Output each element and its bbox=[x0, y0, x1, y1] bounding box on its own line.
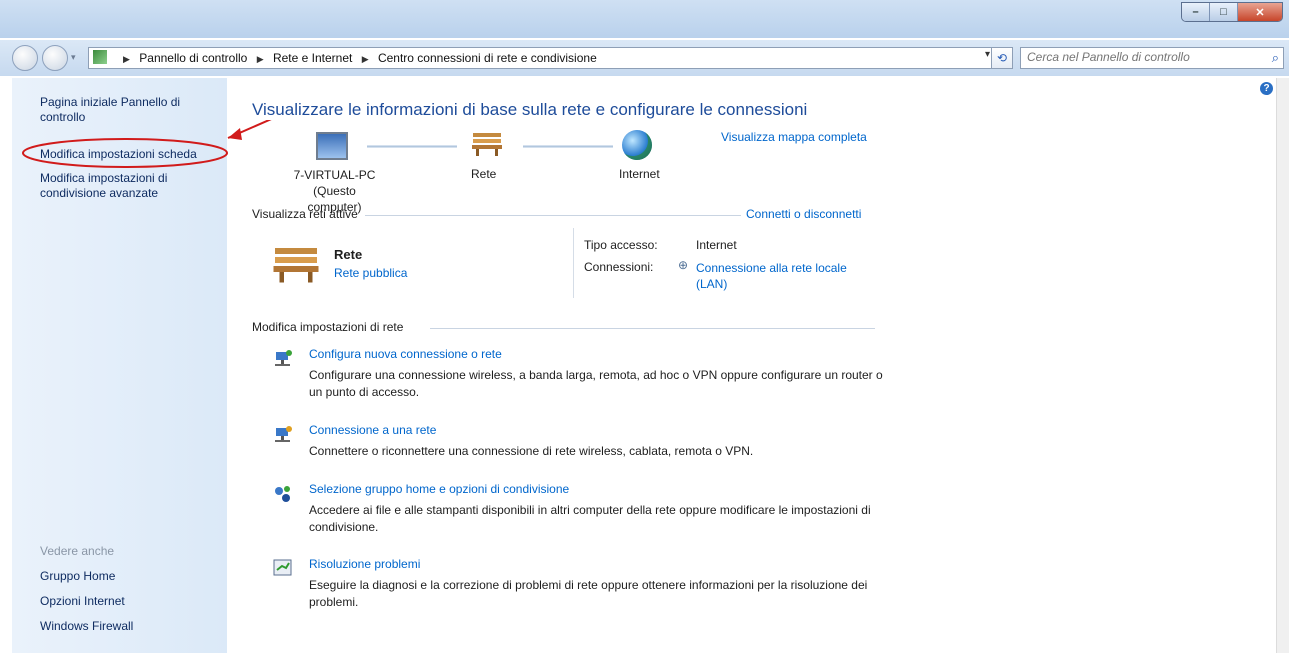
lan-connection-icon: ⊕ bbox=[678, 258, 689, 272]
connect-disconnect-link[interactable]: Connetti o disconnetti bbox=[746, 207, 861, 221]
change-settings-header: Modifica impostazioni di rete bbox=[252, 320, 404, 334]
search-icon[interactable]: ⌕ bbox=[1272, 50, 1279, 66]
search-input[interactable] bbox=[1021, 48, 1263, 66]
back-button[interactable] bbox=[12, 45, 38, 71]
access-type-label: Tipo accesso: bbox=[584, 238, 658, 252]
close-icon: ✕ bbox=[1255, 6, 1265, 19]
computer-name: 7-VIRTUAL-PC bbox=[293, 168, 376, 182]
maximize-icon: □ bbox=[1220, 6, 1227, 18]
window-controls: – □ ✕ bbox=[1181, 2, 1283, 22]
connect-to-network-icon bbox=[273, 424, 293, 444]
sidebar-item-internet-options[interactable]: Opzioni Internet bbox=[40, 594, 125, 609]
close-button[interactable]: ✕ bbox=[1238, 3, 1282, 21]
lan-connection-text-2: (LAN) bbox=[696, 277, 728, 291]
task-troubleshoot-link[interactable]: Risoluzione problemi bbox=[309, 557, 420, 571]
active-network-bench-icon bbox=[273, 248, 319, 283]
computer-icon[interactable] bbox=[316, 132, 348, 160]
task-new-connection-desc: Configurare una connessione wireless, a … bbox=[309, 368, 883, 399]
troubleshoot-icon bbox=[273, 558, 293, 578]
divider bbox=[365, 215, 741, 216]
task-new-connection-link[interactable]: Configura nuova connessione o rete bbox=[309, 347, 502, 361]
new-connection-icon bbox=[273, 348, 293, 368]
breadcrumb-network-internet[interactable]: Rete e Internet bbox=[273, 51, 352, 65]
network-label: Rete bbox=[471, 167, 497, 181]
see-also-title: Vedere anche bbox=[40, 544, 115, 558]
active-networks-header: Visualizza reti attive bbox=[252, 207, 358, 221]
globe-icon[interactable] bbox=[622, 130, 652, 160]
task-homegroup-desc: Accedere ai file e alle stampanti dispon… bbox=[309, 503, 871, 534]
refresh-button[interactable]: ⟲ bbox=[991, 48, 1012, 68]
internet-line bbox=[523, 145, 613, 148]
breadcrumb-control-panel[interactable]: Pannello di controllo bbox=[139, 51, 247, 65]
task-homegroup-link[interactable]: Selezione gruppo home e opzioni di condi… bbox=[309, 482, 569, 496]
lan-connection-link[interactable]: Connessione alla rete locale (LAN) bbox=[696, 260, 847, 292]
internet-label: Internet bbox=[619, 167, 660, 181]
breadcrumb-arrow-icon[interactable]: ▶ bbox=[362, 54, 369, 64]
address-dropdown-icon[interactable]: ▾ bbox=[985, 49, 990, 60]
sidebar-item-homegroup[interactable]: Gruppo Home bbox=[40, 569, 115, 584]
minimize-button[interactable]: – bbox=[1182, 3, 1210, 21]
task-troubleshoot-desc: Eseguire la diagnosi e la correzione di … bbox=[309, 578, 868, 609]
homegroup-icon bbox=[273, 483, 293, 503]
network-type-link[interactable]: Rete pubblica bbox=[334, 266, 407, 280]
minimize-icon: – bbox=[1192, 6, 1199, 18]
forward-button[interactable] bbox=[42, 45, 68, 71]
connections-label: Connessioni: bbox=[584, 260, 654, 274]
sidebar-item-windows-firewall[interactable]: Windows Firewall bbox=[40, 619, 133, 634]
task-connect-network-link[interactable]: Connessione a una rete bbox=[309, 423, 436, 437]
access-type-value: Internet bbox=[696, 238, 737, 252]
scrollbar[interactable] bbox=[1276, 78, 1289, 653]
breadcrumb: ▶ Pannello di controllo ▶ Rete e Interne… bbox=[117, 51, 597, 65]
breadcrumb-arrow-icon[interactable]: ▶ bbox=[257, 54, 264, 64]
title-bar: – □ ✕ bbox=[0, 0, 1289, 38]
breadcrumb-network-center[interactable]: Centro connessioni di rete e condivision… bbox=[378, 51, 597, 65]
history-dropdown-icon[interactable]: ▾ bbox=[71, 52, 76, 63]
divider bbox=[430, 328, 875, 329]
breadcrumb-arrow-icon[interactable]: ▶ bbox=[123, 54, 130, 64]
maximize-button[interactable]: □ bbox=[1210, 3, 1238, 21]
vertical-divider bbox=[573, 228, 574, 298]
page-title: Visualizzare le informazioni di base sul… bbox=[252, 100, 808, 119]
active-network-name: Rete bbox=[334, 247, 363, 262]
view-full-map-link[interactable]: Visualizza mappa completa bbox=[721, 130, 867, 144]
navigation-bar: ▾ ▶ Pannello di controllo ▶ Rete e Inter… bbox=[0, 40, 1289, 76]
network-bench-icon[interactable] bbox=[471, 130, 503, 156]
main-content: Visualizzare le informazioni di base sul… bbox=[227, 78, 1277, 653]
address-bar[interactable]: ▶ Pannello di controllo ▶ Rete e Interne… bbox=[88, 47, 1013, 69]
task-connect-network-desc: Connettere o riconnettere una connession… bbox=[309, 444, 754, 458]
control-panel-icon bbox=[93, 50, 107, 64]
lan-connection-text: Connessione alla rete locale bbox=[696, 261, 847, 275]
search-box[interactable]: ⌕ bbox=[1020, 47, 1284, 69]
network-line bbox=[367, 145, 457, 148]
